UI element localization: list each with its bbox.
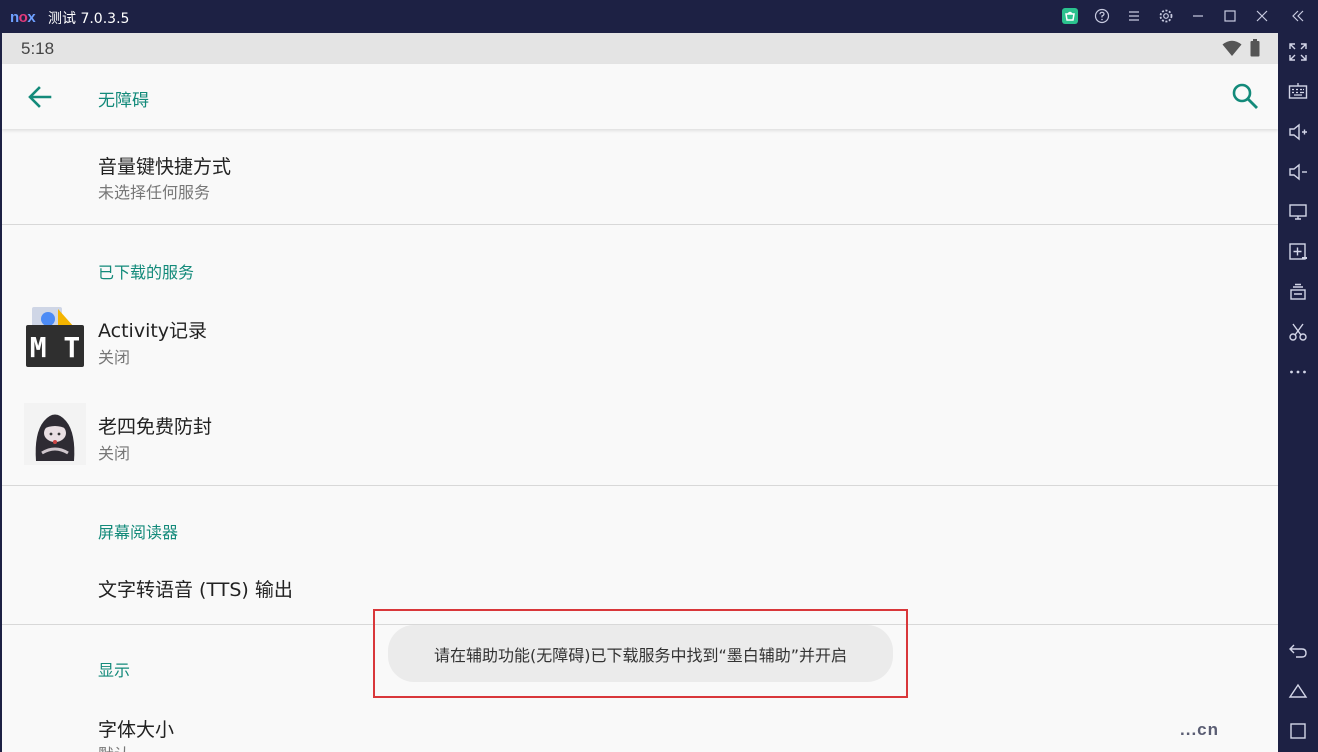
mt-icon-text: M T xyxy=(30,331,81,364)
divider xyxy=(2,485,1278,486)
add-apk-icon[interactable] xyxy=(1288,242,1308,262)
avatar-icon xyxy=(24,403,86,465)
service-status: 关闭 xyxy=(98,348,131,367)
battery-icon xyxy=(1250,39,1260,57)
search-icon[interactable] xyxy=(1230,81,1260,111)
page-title: 无障碍 xyxy=(98,91,149,111)
help-icon[interactable] xyxy=(1092,6,1112,26)
home-nav-icon[interactable] xyxy=(1288,681,1308,701)
section-display: 显示 xyxy=(98,661,131,680)
divider xyxy=(2,224,1278,225)
maximize-icon[interactable] xyxy=(1220,6,1240,26)
emulator-sidebar xyxy=(1279,33,1318,752)
toast-message: 请在辅助功能(无障碍)已下载服务中找到“墨白辅助”并开启 xyxy=(388,625,893,682)
service-laosi-row[interactable] xyxy=(2,391,1278,487)
font-size-title: 字体大小 xyxy=(98,719,175,741)
volume-shortcut-subtitle: 未选择任何服务 xyxy=(98,183,211,202)
section-downloaded-services: 已下载的服务 xyxy=(98,263,195,282)
mt-manager-icon: M T xyxy=(26,307,84,367)
toast: 请在辅助功能(无障碍)已下载服务中找到“墨白辅助”并开启 xyxy=(376,612,905,695)
app-bar: 无障碍 xyxy=(2,64,1278,129)
service-status: 关闭 xyxy=(98,444,131,463)
watermark-text: ...cn xyxy=(1180,720,1220,739)
status-bar: 5:18 xyxy=(2,33,1278,64)
multi-instance-icon[interactable] xyxy=(1288,282,1308,302)
back-arrow-icon[interactable] xyxy=(26,83,54,111)
status-time: 5:18 xyxy=(21,39,55,58)
recents-nav-icon[interactable] xyxy=(1288,721,1308,741)
service-title: 老四免费防封 xyxy=(98,416,213,438)
tts-output-title: 文字转语音 (TTS) 输出 xyxy=(98,579,293,601)
section-screen-reader: 屏幕阅读器 xyxy=(98,523,179,542)
volume-shortcut-title: 音量键快捷方式 xyxy=(98,156,232,178)
window-title: 测试 7.0.3.5 xyxy=(48,11,130,27)
nox-logo: nox xyxy=(10,9,36,26)
emulator-titlebar: nox 测试 7.0.3.5 xyxy=(0,0,1318,33)
font-size-row[interactable] xyxy=(2,694,1278,752)
font-size-subtitle: 默认 xyxy=(98,741,130,752)
collapse-icon[interactable] xyxy=(1288,6,1308,26)
wifi-icon xyxy=(1222,40,1242,56)
more-icon[interactable] xyxy=(1288,362,1308,382)
back-nav-icon[interactable] xyxy=(1288,641,1308,661)
menu-icon[interactable] xyxy=(1124,6,1144,26)
volume-down-icon[interactable] xyxy=(1288,162,1308,182)
close-icon[interactable] xyxy=(1252,6,1272,26)
shop-icon[interactable] xyxy=(1062,8,1078,24)
screen-icon[interactable] xyxy=(1288,202,1308,222)
settings-icon[interactable] xyxy=(1156,6,1176,26)
volume-up-icon[interactable] xyxy=(1288,122,1308,142)
minimize-icon[interactable] xyxy=(1188,6,1208,26)
keyboard-icon[interactable] xyxy=(1288,82,1308,102)
service-title: Activity记录 xyxy=(98,320,208,342)
fullscreen-icon[interactable] xyxy=(1288,42,1308,62)
screenshot-icon[interactable] xyxy=(1288,322,1308,342)
